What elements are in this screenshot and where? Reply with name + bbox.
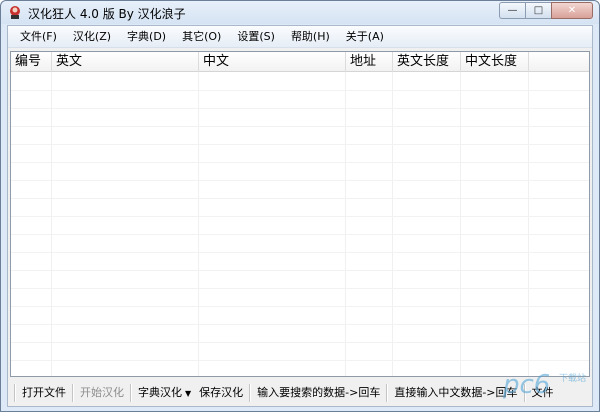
row-line bbox=[11, 270, 589, 271]
column-header-english-length[interactable]: 英文长度 bbox=[393, 52, 461, 72]
minimize-icon: — bbox=[507, 5, 518, 16]
toolbar-separator bbox=[249, 384, 252, 402]
title-bar[interactable]: 汉化狂人 4.0 版 By 汉化浪子 — □ ✕ bbox=[1, 1, 599, 24]
row-line bbox=[11, 234, 589, 235]
column-header-chinese-length[interactable]: 中文长度 bbox=[461, 52, 529, 72]
menu-translate[interactable]: 汉化(Z) bbox=[65, 27, 119, 47]
grid-divider bbox=[198, 72, 199, 376]
row-line bbox=[11, 306, 589, 307]
window-controls: — □ ✕ bbox=[499, 2, 593, 20]
menu-dictionary[interactable]: 字典(D) bbox=[119, 27, 174, 47]
row-line bbox=[11, 108, 589, 109]
trailing-file-button[interactable]: 文件 bbox=[528, 383, 558, 403]
row-line bbox=[11, 126, 589, 127]
toolbar-separator bbox=[14, 384, 16, 402]
dict-translate-button[interactable]: 字典汉化 ▼ bbox=[134, 383, 195, 403]
search-input[interactable]: 输入要搜索的数据->回车 bbox=[253, 383, 384, 403]
menu-settings[interactable]: 设置(S) bbox=[229, 27, 283, 47]
row-line bbox=[11, 324, 589, 325]
toolbar-separator bbox=[72, 384, 74, 402]
row-line bbox=[11, 198, 589, 199]
grid-divider bbox=[460, 72, 461, 376]
main-window: 汉化狂人 4.0 版 By 汉化浪子 — □ ✕ 文件(F) 汉化(Z) 字典(… bbox=[0, 0, 600, 412]
row-line bbox=[11, 288, 589, 289]
minimize-button[interactable]: — bbox=[499, 2, 525, 19]
list-header: 编号 英文 中文 地址 英文长度 中文长度 bbox=[11, 52, 589, 72]
client-area: 文件(F) 汉化(Z) 字典(D) 其它(O) 设置(S) 帮助(H) 关于(A… bbox=[7, 25, 593, 407]
row-line bbox=[11, 162, 589, 163]
toolbar-separator bbox=[523, 384, 526, 402]
dropdown-arrow-icon[interactable]: ▼ bbox=[185, 389, 191, 398]
grid-divider bbox=[345, 72, 346, 376]
app-icon bbox=[10, 6, 20, 19]
menu-bar: 文件(F) 汉化(Z) 字典(D) 其它(O) 设置(S) 帮助(H) 关于(A… bbox=[8, 26, 592, 48]
dict-translate-label: 字典汉化 bbox=[138, 386, 182, 399]
menu-file[interactable]: 文件(F) bbox=[12, 27, 65, 47]
window-title: 汉化狂人 4.0 版 By 汉化浪子 bbox=[28, 7, 186, 21]
maximize-icon: □ bbox=[533, 5, 544, 16]
bottom-toolbar: 打开文件 开始汉化 字典汉化 ▼ 保存汉化 输入要搜索的数据->回车 直接输入中文… bbox=[8, 380, 592, 406]
toolbar-separator bbox=[130, 384, 132, 402]
column-header-english[interactable]: 英文 bbox=[52, 52, 199, 72]
grid-divider bbox=[392, 72, 393, 376]
string-list[interactable]: 编号 英文 中文 地址 英文长度 中文长度 bbox=[10, 51, 590, 377]
row-line bbox=[11, 216, 589, 217]
column-header-number[interactable]: 编号 bbox=[11, 52, 52, 72]
start-translate-button[interactable]: 开始汉化 bbox=[76, 383, 128, 403]
close-icon: ✕ bbox=[567, 5, 577, 16]
menu-about[interactable]: 关于(A) bbox=[338, 27, 392, 47]
menu-other[interactable]: 其它(O) bbox=[174, 27, 229, 47]
row-line bbox=[11, 360, 589, 361]
row-line bbox=[11, 252, 589, 253]
column-header-address[interactable]: 地址 bbox=[346, 52, 393, 72]
row-line bbox=[11, 180, 589, 181]
toolbar-separator bbox=[386, 384, 389, 402]
direct-input-field[interactable]: 直接输入中文数据->回车 bbox=[390, 383, 521, 403]
maximize-button[interactable]: □ bbox=[525, 2, 551, 19]
grid-divider bbox=[528, 72, 529, 376]
row-line bbox=[11, 90, 589, 91]
close-button[interactable]: ✕ bbox=[551, 2, 593, 19]
row-line bbox=[11, 144, 589, 145]
row-line bbox=[11, 342, 589, 343]
grid-divider bbox=[51, 72, 52, 376]
open-file-button[interactable]: 打开文件 bbox=[18, 383, 70, 403]
save-translate-button[interactable]: 保存汉化 bbox=[195, 383, 247, 403]
column-header-chinese[interactable]: 中文 bbox=[199, 52, 346, 72]
menu-help[interactable]: 帮助(H) bbox=[283, 27, 338, 47]
